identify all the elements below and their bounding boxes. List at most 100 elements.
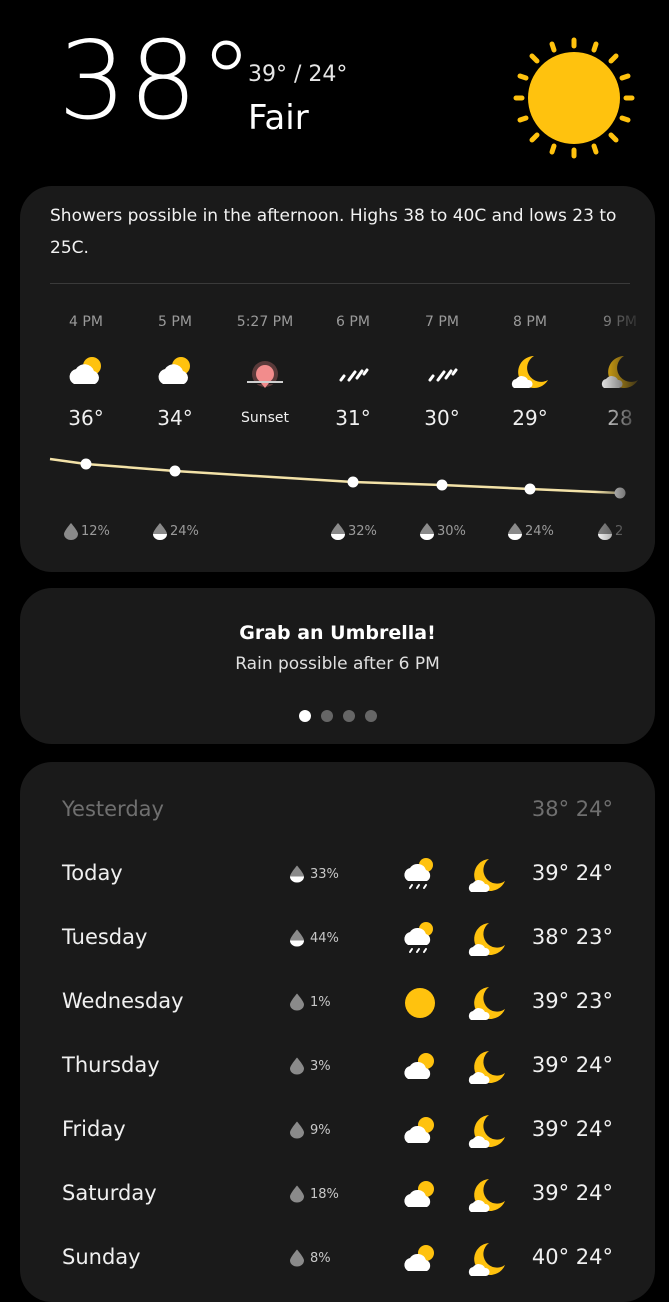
- day-name: Today: [62, 861, 123, 885]
- daily-row-yesterday[interactable]: Yesterday 38° 24°: [20, 779, 655, 843]
- moon-icon: [511, 356, 548, 388]
- current-temperature: 38°: [58, 19, 256, 144]
- precip-value: 18%: [310, 1186, 339, 1202]
- daily-row[interactable]: Tuesday 44% 38° 23°: [20, 907, 655, 971]
- raindrop-icon: [290, 929, 304, 947]
- divider: [50, 283, 630, 284]
- day-name: Thursday: [62, 1053, 160, 1077]
- precip-chance: 30%: [420, 523, 480, 540]
- partly-cloudy-icon: [404, 1245, 434, 1271]
- day-name: Wednesday: [62, 989, 184, 1013]
- precip-chance: 12%: [64, 523, 124, 540]
- raindrop-icon: [290, 993, 304, 1011]
- day-precip: 44%: [290, 929, 339, 947]
- day-name: Saturday: [62, 1181, 157, 1205]
- scroll-fade: [595, 296, 655, 566]
- page-dot[interactable]: [364, 710, 377, 722]
- raindrop-icon: [508, 523, 522, 540]
- precip-value: 44%: [310, 930, 339, 946]
- moon-cloud-icon: [468, 1179, 505, 1212]
- day-precip: 3%: [290, 1057, 331, 1075]
- high-low-temperature: 39° / 24°: [248, 62, 348, 87]
- hour-temperature: 36°: [68, 406, 104, 430]
- day-temperatures: 39° 24°: [531, 1053, 613, 1077]
- hour-time: 5:27 PM: [236, 314, 294, 330]
- day-name: Sunday: [62, 1245, 141, 1269]
- daily-row[interactable]: Today 33% 39° 24°: [20, 843, 655, 907]
- day-precip: 1%: [290, 993, 331, 1011]
- daily-row[interactable]: Thursday 3% 39° 24°: [20, 1035, 655, 1099]
- hour-temperature: Sunset: [240, 410, 290, 426]
- hour-item[interactable]: 7 PM 30°: [397, 314, 487, 430]
- hourly-forecast-card[interactable]: Showers possible in the afternoon. Highs…: [20, 186, 655, 572]
- day-precip: 9%: [290, 1121, 331, 1139]
- raindrop-icon: [290, 1249, 304, 1267]
- day-name: Friday: [62, 1117, 126, 1141]
- day-temperatures: 39° 24°: [531, 1117, 613, 1141]
- hour-time: 7 PM: [425, 314, 459, 330]
- day-precip: 33%: [290, 865, 339, 883]
- hour-temperature: 29°: [512, 406, 548, 430]
- hour-temperature: 30°: [424, 406, 460, 430]
- day-temperatures: 39° 24°: [531, 861, 613, 885]
- hour-item[interactable]: 5 PM 34°: [130, 314, 220, 430]
- hour-item[interactable]: 8 PM 29°: [485, 314, 575, 430]
- daily-row[interactable]: Friday 9% 39° 24°: [20, 1099, 655, 1163]
- daily-row[interactable]: Sunday 8% 40° 24°: [20, 1227, 655, 1291]
- partly-cloudy-icon: [404, 1117, 434, 1143]
- precip-value: 9%: [310, 1122, 331, 1138]
- temperature-trend-line: [49, 457, 626, 499]
- precip-value: 32%: [348, 524, 377, 539]
- hour-time: 6 PM: [336, 314, 370, 330]
- daily-row[interactable]: Saturday 18% 39° 24°: [20, 1163, 655, 1227]
- precip-value: 24%: [170, 524, 199, 539]
- precip-value: 1%: [310, 994, 331, 1010]
- raindrop-icon: [331, 523, 345, 540]
- current-weather-header: 38° 39° / 24° Fair: [0, 0, 669, 185]
- precip-chance: 32%: [331, 523, 391, 540]
- day-precip: 18%: [290, 1185, 339, 1203]
- day-temperatures: 38° 24°: [531, 797, 613, 821]
- alert-subtitle: Rain possible after 6 PM: [235, 654, 440, 674]
- page-dot[interactable]: [342, 710, 355, 722]
- rain-cloud-icon: [404, 922, 433, 953]
- rain-cloud-icon: [404, 858, 433, 889]
- precip-chance: 24%: [508, 523, 568, 540]
- sun-icon: [405, 988, 435, 1018]
- hour-item[interactable]: 6 PM 31°: [308, 314, 398, 430]
- hour-item[interactable]: 4 PM 36°: [41, 314, 131, 430]
- sun-icon: [513, 37, 635, 159]
- day-temperatures: 39° 23°: [531, 989, 613, 1013]
- alert-title: Grab an Umbrella!: [239, 622, 436, 644]
- hour-temperature: 31°: [335, 406, 371, 430]
- moon-cloud-icon: [468, 1051, 505, 1084]
- day-name: Tuesday: [62, 925, 148, 949]
- rain-icon: [339, 368, 369, 382]
- page-indicator[interactable]: [20, 710, 655, 722]
- moon-cloud-icon: [468, 859, 505, 892]
- hour-item[interactable]: 5:27 PM Sunset: [220, 314, 310, 426]
- forecast-summary: Showers possible in the afternoon. Highs…: [50, 206, 617, 258]
- precip-value: 30%: [437, 524, 466, 539]
- partly-cloudy-icon: [158, 357, 190, 384]
- current-condition: Fair: [248, 98, 309, 138]
- partly-cloudy-icon: [404, 1181, 434, 1207]
- moon-cloud-icon: [468, 923, 505, 956]
- precip-value: 12%: [81, 524, 110, 539]
- partly-cloudy-icon: [404, 1053, 434, 1079]
- moon-cloud-icon: [468, 987, 505, 1020]
- daily-forecast-card[interactable]: Yesterday 38° 24° Today 33% 39° 24° Tues…: [20, 762, 655, 1302]
- precip-value: 3%: [310, 1058, 331, 1074]
- day-temperatures: 40° 24°: [531, 1245, 613, 1269]
- umbrella-alert-card[interactable]: Grab an Umbrella! Rain possible after 6 …: [20, 588, 655, 744]
- raindrop-icon: [290, 865, 304, 883]
- hour-time: 8 PM: [513, 314, 547, 330]
- hour-temperature: 34°: [157, 406, 193, 430]
- precip-chance: 24%: [153, 523, 213, 540]
- day-precip: 8%: [290, 1249, 331, 1267]
- daily-row[interactable]: Wednesday 1% 39° 23°: [20, 971, 655, 1035]
- page-dot-active[interactable]: [298, 710, 311, 722]
- partly-cloudy-icon: [69, 357, 101, 384]
- page-dot[interactable]: [320, 710, 333, 722]
- sunset-icon: [245, 361, 285, 388]
